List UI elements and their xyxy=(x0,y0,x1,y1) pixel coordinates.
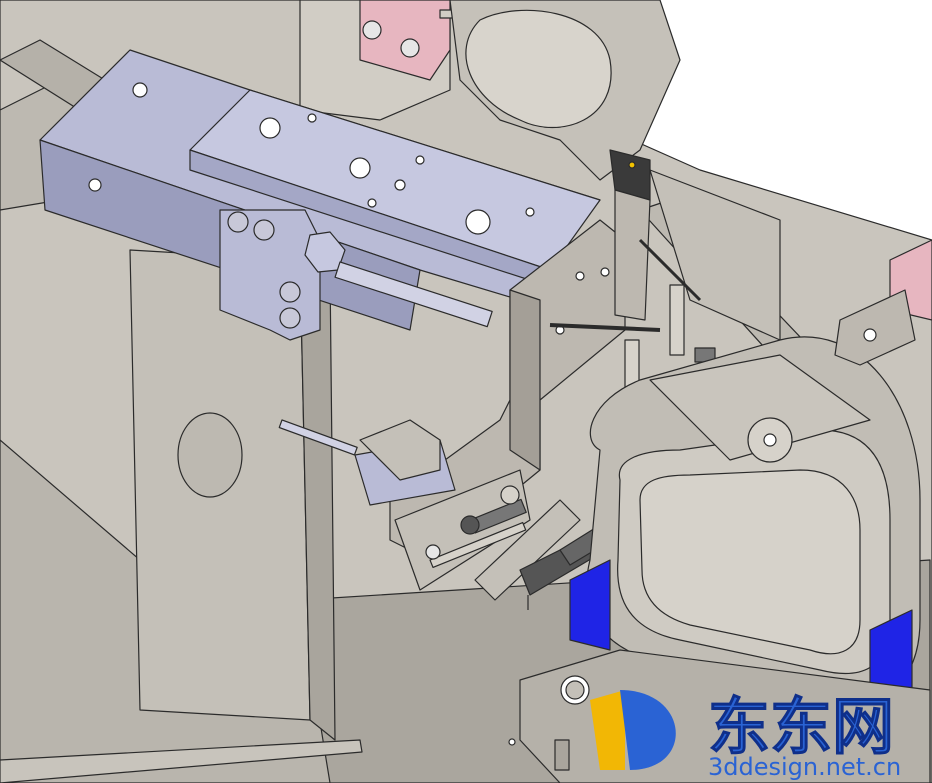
mount-hole-icon xyxy=(415,155,425,165)
mount-hole-icon xyxy=(307,113,317,123)
watermark-domain: 3ddesign.net.cn xyxy=(708,753,901,781)
pivot-hole-icon xyxy=(763,433,777,447)
screw-hole-icon xyxy=(575,271,585,281)
mount-hole-icon xyxy=(863,328,877,342)
fitting-icon xyxy=(227,211,249,233)
screw-hole-icon xyxy=(600,267,610,277)
small-hole-icon xyxy=(508,738,516,746)
base-hole-icon xyxy=(565,680,585,700)
mount-hole-icon xyxy=(465,209,491,235)
bolt-icon xyxy=(362,20,382,40)
mount-hole-icon xyxy=(88,178,102,192)
bolt-icon xyxy=(400,38,420,58)
mount-hole-icon xyxy=(525,207,535,217)
l-bracket-front xyxy=(509,289,541,471)
mount-hole-icon xyxy=(394,179,406,191)
vertical-rod xyxy=(669,284,685,356)
fitting-icon xyxy=(253,219,275,241)
mount-hole-icon xyxy=(367,198,377,208)
foot-bolt xyxy=(554,739,570,771)
mount-hole-icon xyxy=(349,157,371,179)
assembly-drawing: 东东网 3ddesign.net.cn xyxy=(0,0,932,783)
column-hole xyxy=(177,412,243,498)
cad-3d-viewport[interactable]: 东东网 3ddesign.net.cn xyxy=(0,0,932,783)
fitting-icon xyxy=(279,307,301,329)
sensor-bracket xyxy=(614,189,651,321)
fitting-icon xyxy=(279,281,301,303)
sensor-led-icon xyxy=(628,161,636,169)
washer-icon xyxy=(425,544,441,560)
washer-icon xyxy=(500,485,520,505)
nut-icon xyxy=(460,515,480,535)
mount-hole-icon xyxy=(132,82,148,98)
watermark: 东东网 3ddesign.net.cn xyxy=(590,690,901,781)
mount-hole-icon xyxy=(259,117,281,139)
